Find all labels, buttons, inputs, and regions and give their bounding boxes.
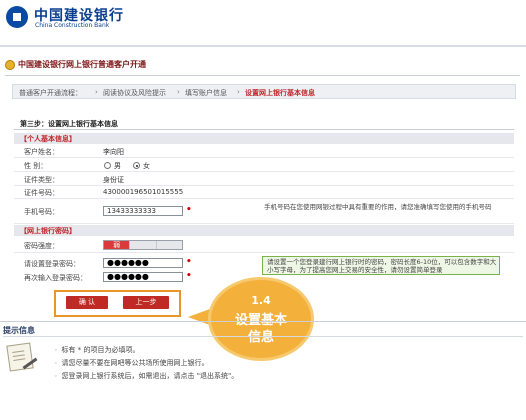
step-arrow-icon: › [177, 88, 180, 96]
row-divider [14, 185, 514, 186]
callout-tail [188, 309, 210, 325]
header-divider [0, 45, 526, 47]
row-divider [14, 171, 514, 172]
back-button[interactable]: 上一步 [123, 296, 169, 309]
content-bottom-divider [0, 321, 526, 322]
tip-item: ◦ 请您尽量不要在网吧等公共场所使用网上银行。 [54, 358, 209, 368]
row-divider [14, 157, 514, 158]
steps-prefix: 普通客户开通流程： [19, 89, 82, 97]
customer-name-value: 李向阳 [103, 148, 124, 156]
title-bullet-icon [5, 60, 15, 70]
strength-label: 密码强度： [24, 242, 59, 250]
callout-text-content: 设置基本信息 [234, 313, 287, 345]
callout-step-number: 1.4 [251, 294, 271, 307]
confirm-button[interactable]: 确 认 [66, 296, 108, 309]
bullet-icon: ◦ [54, 373, 58, 380]
id-type-value: 身份证 [103, 176, 124, 184]
password-header: 【网上银行密码】 [14, 225, 514, 236]
strength-weak-segment: 弱 [104, 241, 131, 249]
tip-text: 标有 * 的项目为必填项。 [61, 346, 140, 354]
strength-medium-segment [130, 241, 157, 249]
callout-text: 设置基本信息 [208, 312, 314, 346]
process-steps: 普通客户开通流程： › 阅读协议及风险提示 › 填写账户信息 › 设置网上银行基… [12, 84, 516, 99]
id-number-value: 430000196501015555 [103, 188, 184, 196]
phone-note: 手机号码在您使用网银过程中具有重要的作用，请您准确填写您使用的手机号码 [264, 203, 492, 211]
password-tip-text: 请设置一个您登录建行网上银行时的密码，密码长度6-10位，可以包含数字和大小写字… [267, 258, 497, 274]
gender-male-radio[interactable] [104, 162, 111, 169]
required-marker: • [186, 257, 192, 267]
gender-female-radio[interactable] [133, 162, 140, 169]
tip-text: 您登录网上银行系统后，如需退出，请点击 "退出系统"。 [61, 372, 239, 380]
phone-input[interactable]: 13433333333 [103, 206, 183, 216]
tip-item: ◦ 标有 * 的项目为必填项。 [54, 345, 140, 355]
password-header-text: 【网上银行密码】 [20, 227, 76, 235]
step-arrow-icon: › [237, 88, 240, 96]
section-divider [14, 129, 514, 130]
login-password-label: 请设置登录密码： [24, 260, 80, 268]
row-divider [14, 252, 514, 253]
ccb-logo-icon [6, 6, 28, 28]
required-marker: • [186, 205, 192, 215]
login-password-input[interactable]: ●●●●●● [103, 258, 183, 268]
customer-name-label: 客户姓名： [24, 148, 59, 156]
gender-female-label: 女 [143, 162, 150, 170]
tips-title: 提示信息 [3, 326, 35, 335]
password-tip-box: 请设置一个您登录建行网上银行时的密码，密码长度6-10位，可以包含数字和大小写字… [262, 256, 500, 275]
strength-strong-segment [156, 241, 182, 249]
gender-male-label: 男 [114, 162, 121, 170]
confirm-password-label: 再次输入登录密码： [24, 274, 87, 282]
step-read-agreement: 阅读协议及风险提示 [103, 89, 166, 97]
row-divider [14, 198, 514, 199]
step-account-info: 填写账户信息 [185, 89, 227, 97]
notepad-icon [6, 342, 34, 372]
title-divider [5, 75, 520, 76]
personal-info-header: 【个人基本信息】 [14, 133, 514, 144]
row-divider [14, 223, 514, 224]
phone-label: 手机号码： [24, 208, 59, 216]
tips-divider [3, 336, 523, 337]
section-title: 第三步：设置网上银行基本信息 [20, 120, 118, 128]
bullet-icon: ◦ [54, 347, 58, 354]
tip-text: 请您尽量不要在网吧等公共场所使用网上银行。 [61, 359, 209, 367]
bullet-icon: ◦ [54, 360, 58, 367]
brand-name-en: China Construction Bank [35, 22, 110, 29]
page-title: 中国建设银行网上银行普通客户开通 [18, 60, 146, 69]
id-type-label: 证件类型： [24, 176, 59, 184]
gender-label: 性 别： [24, 162, 48, 170]
password-strength-meter: 弱 [103, 240, 183, 250]
required-marker: • [186, 271, 192, 281]
step-arrow-icon: › [95, 88, 98, 96]
id-number-label: 证件号码： [24, 189, 59, 197]
step-basic-info-active: 设置网上银行基本信息 [245, 89, 315, 97]
tip-item: ◦ 您登录网上银行系统后，如需退出，请点击 "退出系统"。 [54, 371, 238, 381]
confirm-password-input[interactable]: ●●●●●● [103, 272, 183, 282]
personal-info-header-text: 【个人基本信息】 [20, 135, 76, 143]
